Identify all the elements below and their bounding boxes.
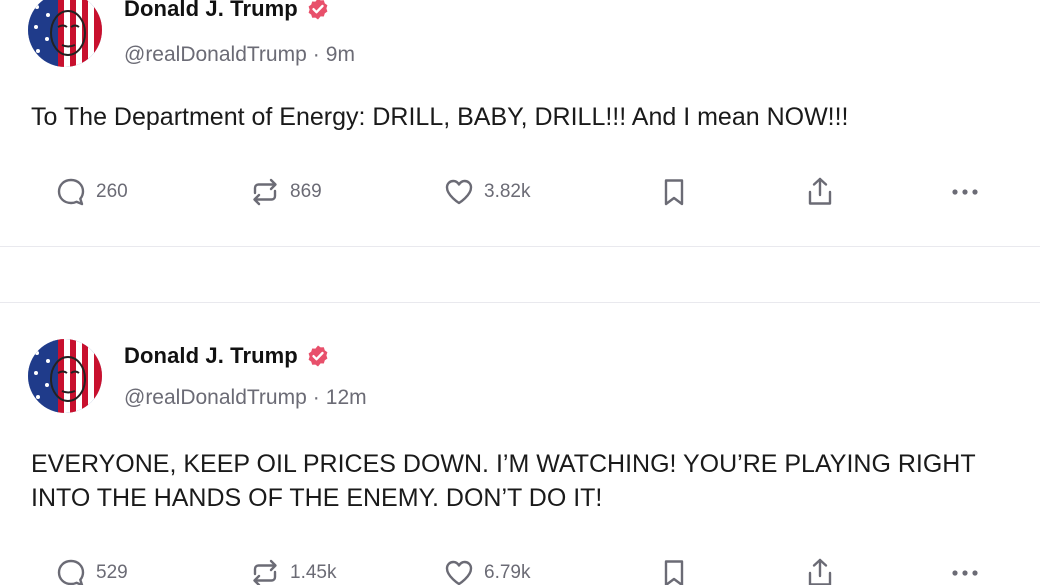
more-options-icon (952, 570, 978, 576)
post-text: To The Department of Energy: DRILL, BABY… (31, 103, 849, 131)
author-row: Donald J. Trump (124, 0, 330, 22)
share-button[interactable] (803, 172, 837, 212)
handle-row: @realDonaldTrump · 9m (124, 43, 355, 67)
share-icon (808, 558, 832, 585)
reply-button[interactable]: 529 (54, 553, 128, 585)
comment-icon (57, 178, 85, 206)
post-time[interactable]: 9m (326, 43, 355, 67)
more-options-icon (952, 189, 978, 195)
author-name[interactable]: Donald J. Trump (124, 0, 298, 22)
post-time[interactable]: 12m (326, 386, 367, 410)
separator: · (312, 43, 320, 66)
share-button[interactable] (803, 553, 837, 585)
bookmark-button[interactable] (657, 172, 691, 212)
bookmark-button[interactable] (657, 553, 691, 585)
share-icon (808, 177, 832, 205)
bookmark-icon (664, 560, 684, 585)
comment-icon (57, 559, 85, 585)
reply-count: 260 (96, 181, 128, 202)
repost-icon (253, 559, 277, 585)
author-row: Donald J. Trump (124, 343, 330, 369)
like-button[interactable]: 6.79k (442, 553, 530, 585)
post-text: EVERYONE, KEEP OIL PRICES DOWN. I’M WATC… (31, 450, 976, 512)
repost-button[interactable]: 1.45k (248, 553, 336, 585)
heart-icon (445, 560, 473, 585)
avatar[interactable] (28, 339, 102, 413)
repost-count: 1.45k (290, 562, 337, 583)
bookmark-icon (664, 179, 684, 206)
post-separator (0, 247, 1040, 302)
post[interactable]: Donald J. Trump @realDonaldTrump · 12m E… (0, 302, 1040, 585)
repost-button[interactable]: 869 (248, 172, 322, 212)
reply-button[interactable]: 260 (54, 172, 128, 212)
avatar[interactable] (28, 0, 102, 67)
author-handle[interactable]: @realDonaldTrump (124, 43, 307, 67)
feed: Donald J. Trump @realDonaldTrump · 9m To… (0, 0, 1040, 585)
separator: · (312, 386, 320, 409)
handle-row: @realDonaldTrump · 12m (124, 386, 367, 410)
author-name[interactable]: Donald J. Trump (124, 343, 298, 369)
reply-count: 529 (96, 562, 128, 583)
action-bar: 529 1.45k 6.79k (0, 553, 1040, 585)
repost-icon (253, 178, 277, 206)
author-handle[interactable]: @realDonaldTrump (124, 386, 307, 410)
verified-badge-icon (306, 0, 330, 21)
heart-icon (445, 179, 473, 205)
like-count: 3.82k (484, 181, 531, 202)
repost-count: 869 (290, 181, 322, 202)
like-button[interactable]: 3.82k (442, 172, 530, 212)
like-count: 6.79k (484, 562, 531, 583)
post[interactable]: Donald J. Trump @realDonaldTrump · 9m To… (0, 0, 1040, 247)
more-options-button[interactable] (948, 553, 982, 585)
verified-badge-icon (306, 344, 330, 368)
action-bar: 260 869 3.82k (0, 172, 1040, 212)
more-options-button[interactable] (948, 172, 982, 212)
